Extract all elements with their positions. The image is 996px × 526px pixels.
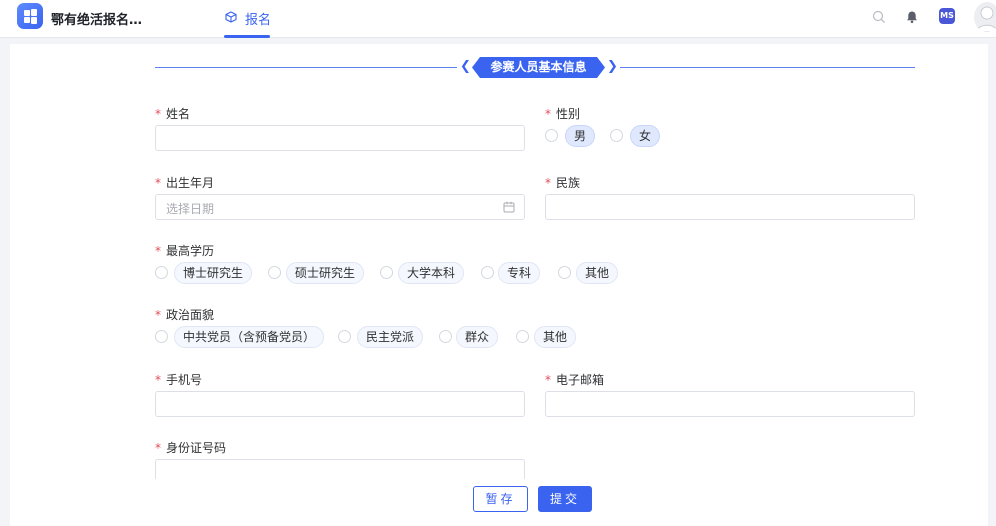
education-option-label: 专科 [498,262,541,284]
name-input[interactable] [155,125,525,151]
chevron-left-icon: ❮ [460,59,471,74]
education-option-phd[interactable]: 博士研究生 [155,262,253,284]
name-label-text: 姓名 [166,107,191,121]
radio-circle[interactable] [338,330,351,343]
education-option-bachelor[interactable]: 大学本科 [380,262,465,284]
bell-icon[interactable] [905,10,919,24]
chevron-right-icon: ❯ [607,59,618,74]
required-mark: * [545,373,551,387]
section-title: 参赛人员基本信息 [472,57,605,78]
education-label: * 最高学历 [155,242,214,259]
app-title: 鄂有绝活报名… [51,13,143,28]
windows-logo-icon[interactable] [17,3,43,29]
id-number-label-text: 身份证号码 [166,441,227,455]
radio-circle[interactable] [155,330,168,343]
required-mark: * [155,373,161,387]
phone-label: * 手机号 [155,371,202,388]
political-option-other[interactable]: 其他 [516,326,577,348]
email-label: * 电子邮箱 [545,371,604,388]
id-number-label: * 身份证号码 [155,439,226,456]
education-option-master[interactable]: 硕士研究生 [268,262,365,284]
radio-circle[interactable] [545,129,558,142]
birth-label: * 出生年月 [155,174,214,191]
radio-circle[interactable] [380,266,393,279]
radio-circle[interactable] [439,330,452,343]
education-option-college[interactable]: 专科 [481,262,541,284]
political-option-label: 民主党派 [357,326,424,348]
ethnicity-label-text: 民族 [556,176,581,190]
top-bar: 鄂有绝活报名… 报名 MS [0,0,996,38]
required-mark: * [155,308,161,322]
radio-circle[interactable] [481,266,494,279]
tab-signup[interactable]: 报名 [224,0,272,38]
required-mark: * [155,107,161,121]
education-option-label: 硕士研究生 [286,262,365,284]
gender-label: * 性别 [545,105,580,122]
email-input[interactable] [545,391,915,417]
ms-badge-icon[interactable]: MS [939,8,955,24]
submit-button[interactable]: 提交 [538,486,592,512]
tab-label: 报名 [245,13,272,28]
gender-option-label: 男 [565,125,596,147]
gender-option-female[interactable]: 女 [610,125,661,147]
gender-option-male[interactable]: 男 [545,125,596,147]
ethnicity-input[interactable] [545,194,915,220]
political-option-label: 中共党员（含预备党员） [174,326,325,348]
political-label-text: 政治面貌 [166,308,215,322]
id-number-input[interactable] [155,459,525,479]
required-mark: * [545,176,551,190]
political-option-label: 其他 [534,326,577,348]
radio-circle[interactable] [610,129,623,142]
political-option-masses[interactable]: 群众 [439,326,499,348]
education-option-label: 其他 [576,262,619,284]
political-option-democratic-party[interactable]: 民主党派 [338,326,424,348]
radio-circle[interactable] [155,266,168,279]
birth-label-text: 出生年月 [166,176,215,190]
section-divider-right [620,67,915,68]
email-label-text: 电子邮箱 [556,373,605,387]
political-option-label: 群众 [456,326,499,348]
birth-date-picker[interactable]: 选择日期 [155,194,525,220]
required-mark: * [155,176,161,190]
box-icon [225,11,237,23]
phone-input[interactable] [155,391,525,417]
calendar-icon[interactable] [503,201,515,213]
radio-circle[interactable] [558,266,571,279]
education-option-other[interactable]: 其他 [558,262,619,284]
radio-circle[interactable] [516,330,529,343]
education-option-label: 博士研究生 [174,262,253,284]
political-label: * 政治面貌 [155,306,214,323]
ethnicity-label: * 民族 [545,174,580,191]
required-mark: * [155,441,161,455]
gender-option-label: 女 [630,125,661,147]
required-mark: * [155,244,161,258]
tab-underline [224,35,270,38]
required-mark: * [545,107,551,121]
save-draft-button[interactable]: 暂存 [473,486,528,512]
avatar[interactable] [974,2,996,32]
search-icon[interactable] [872,10,886,24]
birth-placeholder: 选择日期 [166,202,215,216]
name-label: * 姓名 [155,105,190,122]
gender-label-text: 性别 [556,107,581,121]
education-option-label: 大学本科 [398,262,465,284]
education-label-text: 最高学历 [166,244,215,258]
phone-label-text: 手机号 [166,373,203,387]
radio-circle[interactable] [268,266,281,279]
section-divider-left [155,67,457,68]
political-option-cpc[interactable]: 中共党员（含预备党员） [155,326,325,348]
